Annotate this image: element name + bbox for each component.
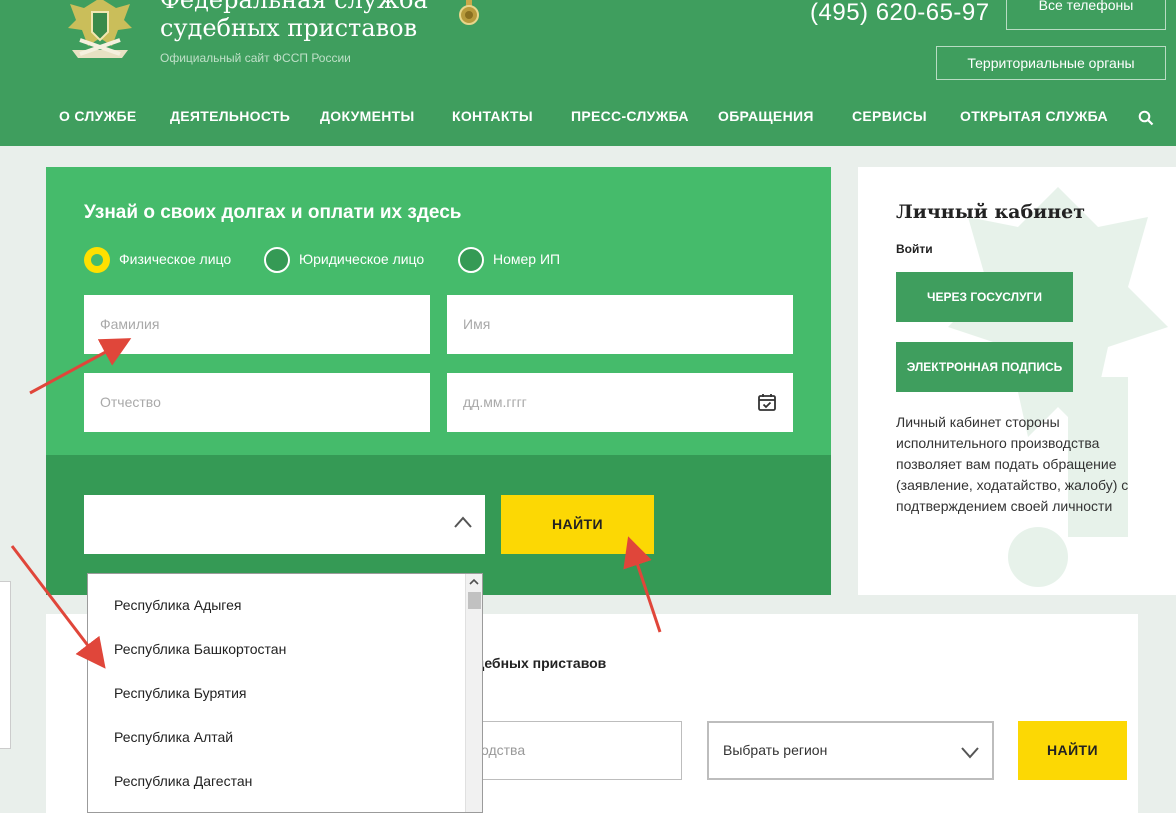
dropdown-scrollbar[interactable]	[465, 574, 482, 812]
main-nav: О СЛУЖБЕ ДЕЯТЕЛЬНОСТЬ ДОКУМЕНТЫ КОНТАКТЫ…	[0, 108, 1176, 128]
nav-item-about[interactable]: О СЛУЖБЕ	[59, 108, 137, 124]
surname-field[interactable]: Фамилия	[84, 295, 430, 354]
patronymic-field[interactable]: Отчество	[84, 373, 430, 432]
region-option[interactable]: Республика Башкортостан	[114, 641, 286, 657]
fssp-emblem-icon[interactable]	[62, 0, 138, 60]
region-option[interactable]: Республика Бурятия	[114, 685, 246, 701]
radio-unselected-icon[interactable]	[264, 247, 290, 273]
all-phones-button[interactable]: Все телефоны	[1006, 0, 1166, 30]
calendar-icon[interactable]	[757, 392, 777, 412]
nav-item-appeals[interactable]: ОБРАЩЕНИЯ	[718, 108, 814, 124]
org-subtitle: Официальный сайт ФССП России	[160, 51, 351, 65]
gosuslugi-login-button[interactable]: ЧЕРЕЗ ГОСУСЛУГИ	[896, 272, 1073, 322]
cabinet-description: Личный кабинет стороны исполнительного п…	[896, 414, 1129, 514]
radio-ip-number-label: Номер ИП	[493, 251, 561, 267]
find-button[interactable]: НАЙТИ	[501, 495, 654, 554]
org-title-line1: Федеральная служба	[160, 0, 428, 14]
site-header: Федеральная служба судебных приставов Оф…	[0, 0, 1176, 146]
chevron-down-icon[interactable]	[960, 745, 980, 759]
medal-icon	[459, 0, 479, 25]
cabinet-login-label: Войти	[896, 242, 933, 256]
chevron-up-icon[interactable]	[453, 515, 473, 529]
name-placeholder: Имя	[463, 316, 491, 332]
patronymic-placeholder: Отчество	[100, 394, 161, 410]
org-title-line2: судебных приставов	[160, 14, 418, 42]
nav-item-documents[interactable]: ДОКУМЕНТЫ	[320, 108, 415, 124]
region-dropdown-list[interactable]: Республика Адыгея Республика Башкортоста…	[87, 573, 483, 813]
bailiff-region-value: Выбрать регион	[723, 742, 828, 758]
region-option[interactable]: Республика Дагестан	[114, 773, 252, 789]
bailiff-department-input[interactable]: одства	[462, 721, 682, 780]
form-title: Узнай о своих долгах и оплати их здесь	[84, 202, 462, 223]
side-widget	[0, 581, 11, 749]
scroll-up-arrow-icon[interactable]	[466, 574, 482, 590]
territorial-bodies-button[interactable]: Территориальные органы	[936, 46, 1166, 80]
radio-unselected-icon[interactable]	[458, 247, 484, 273]
phone-number[interactable]: (495) 620-65-97	[810, 0, 990, 27]
nav-item-contacts[interactable]: КОНТАКТЫ	[452, 108, 533, 124]
region-select[interactable]	[84, 495, 485, 554]
nav-item-activity[interactable]: ДЕЯТЕЛЬНОСТЬ	[170, 108, 290, 124]
radio-legal-entity-label: Юридическое лицо	[299, 251, 425, 267]
org-title[interactable]: Федеральная служба судебных приставов	[160, 0, 428, 42]
surname-placeholder: Фамилия	[100, 316, 160, 332]
bailiff-department-placeholder: одства	[481, 742, 526, 758]
region-option[interactable]: Республика Алтай	[114, 729, 233, 745]
radio-individual-label: Физическое лицо	[119, 251, 232, 267]
debt-search-form: Узнай о своих долгах и оплати их здесь Ф…	[46, 167, 831, 595]
name-field[interactable]: Имя	[447, 295, 793, 354]
scrollbar-thumb[interactable]	[468, 592, 481, 609]
radio-selected-icon[interactable]	[84, 247, 110, 273]
personal-cabinet-panel: Личный кабинет Войти ЧЕРЕЗ ГОСУСЛУГИ ЭЛЕ…	[858, 167, 1176, 595]
birthdate-placeholder: дд.мм.гггг	[463, 394, 527, 410]
nav-item-open-service[interactable]: ОТКРЫТАЯ СЛУЖБА	[960, 108, 1108, 124]
nav-item-press[interactable]: ПРЕСС-СЛУЖБА	[571, 108, 689, 124]
region-option[interactable]: Республика Адыгея	[114, 597, 241, 613]
bailiff-search-title: удебных приставов	[468, 655, 607, 671]
bailiff-find-button[interactable]: НАЙТИ	[1018, 721, 1127, 780]
cabinet-title: Личный кабинет	[896, 201, 1086, 223]
nav-item-services[interactable]: СЕРВИСЫ	[852, 108, 927, 124]
birthdate-field[interactable]: дд.мм.гггг	[447, 373, 793, 432]
electronic-signature-button[interactable]: ЭЛЕКТРОННАЯ ПОДПИСЬ	[896, 342, 1073, 392]
bailiff-region-select[interactable]: Выбрать регион	[707, 721, 994, 780]
search-icon[interactable]	[1138, 110, 1154, 126]
